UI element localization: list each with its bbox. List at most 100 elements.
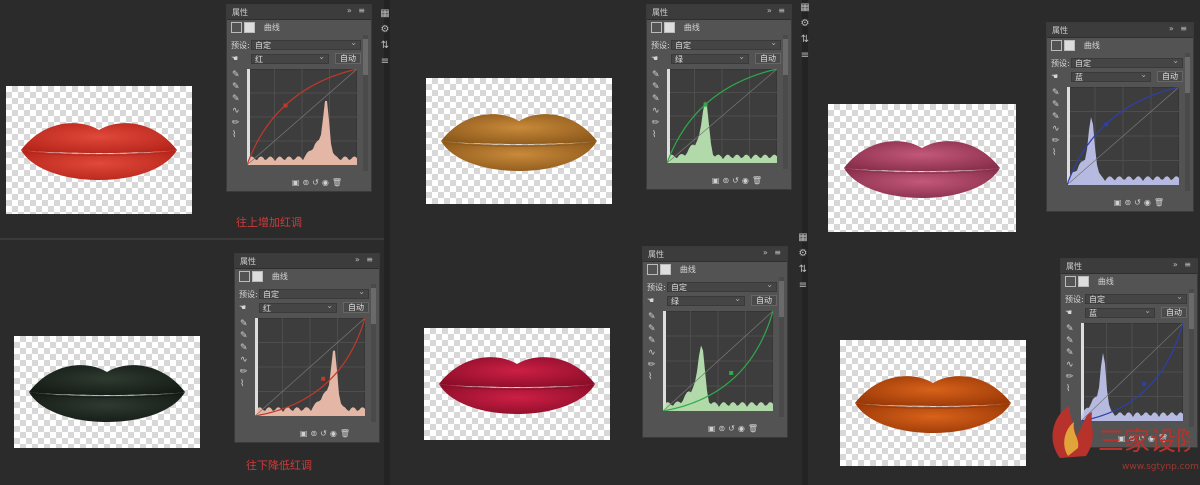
smooth-icon[interactable]: ⌇: [1052, 147, 1062, 159]
panel-scrollbar[interactable]: [779, 277, 784, 417]
smooth-icon[interactable]: ⌇: [240, 378, 250, 390]
panel-scrollbar[interactable]: [371, 284, 376, 422]
channel-row: ☚: [1065, 308, 1072, 320]
channel-select[interactable]: 蓝: [1085, 306, 1155, 318]
auto-button[interactable]: 自动: [1157, 71, 1183, 82]
auto-button[interactable]: 自动: [755, 53, 781, 64]
side-toolbar[interactable]: ▦ ⚙ ⇅ ≡: [378, 8, 392, 72]
pencil-icon[interactable]: ✏: [1052, 135, 1062, 147]
preset-select[interactable]: 自定: [667, 280, 777, 292]
eyedropper-gray-icon[interactable]: ✎: [1066, 335, 1076, 347]
mask-icon: [1064, 40, 1075, 51]
hand-tool-icon[interactable]: ☚: [1065, 308, 1072, 317]
eyedropper-white-icon[interactable]: ✎: [652, 93, 662, 105]
panel-footer-icons[interactable]: ▣⊚↺◉🗑: [708, 424, 761, 433]
curves-graph[interactable]: [667, 69, 777, 163]
pencil-icon[interactable]: ✏: [1066, 371, 1076, 383]
curves-graph[interactable]: [247, 69, 357, 165]
panel-titlebar[interactable]: 属性 » ≡: [1061, 259, 1197, 274]
auto-button[interactable]: 自动: [751, 295, 777, 306]
caption-decrease-red: 往下降低红调: [246, 459, 312, 472]
panel-scrollbar[interactable]: [363, 35, 368, 171]
preset-select[interactable]: 自定: [1071, 56, 1183, 68]
eyedropper-white-icon[interactable]: ✎: [240, 342, 250, 354]
curve-point-icon[interactable]: ∿: [240, 354, 250, 366]
curves-graph[interactable]: [255, 318, 365, 416]
eyedropper-black-icon[interactable]: ✎: [1052, 87, 1062, 99]
eyedropper-white-icon[interactable]: ✎: [1052, 111, 1062, 123]
eyedropper-gray-icon[interactable]: ✎: [232, 81, 242, 93]
side-toolbar[interactable]: ▦ ⚙ ⇅ ≡: [796, 232, 810, 296]
hand-tool-icon[interactable]: ☚: [1051, 72, 1058, 81]
panel-footer-icons[interactable]: ▣⊚↺◉🗑: [300, 429, 353, 438]
panel-footer-icons[interactable]: ▣⊚↺◉🗑: [712, 176, 765, 185]
panel-menu-icon[interactable]: » ≡: [355, 255, 375, 264]
eyedropper-gray-icon[interactable]: ✎: [1052, 99, 1062, 111]
panel-titlebar[interactable]: 属性 » ≡: [1047, 23, 1193, 38]
auto-button[interactable]: 自动: [335, 53, 361, 64]
panel-footer-icons[interactable]: ▣⊚↺◉🗑: [292, 178, 345, 187]
hand-tool-icon[interactable]: ☚: [231, 54, 238, 63]
smooth-icon[interactable]: ⌇: [648, 371, 658, 383]
curve-point-icon[interactable]: ∿: [232, 105, 242, 117]
curves-panel-red-up: 属性 » ≡ 曲线 预设: 自定 ☚ 红 自动 ✎ ✎ ✎ ∿ ✏ ⌇ ▣⊚↺◉…: [226, 4, 372, 192]
eyedropper-black-icon[interactable]: ✎: [648, 311, 658, 323]
eyedropper-gray-icon[interactable]: ✎: [240, 330, 250, 342]
channel-select[interactable]: 红: [251, 52, 329, 64]
preset-label: 预设:: [231, 41, 250, 50]
pencil-icon[interactable]: ✏: [652, 117, 662, 129]
panel-titlebar[interactable]: 属性 » ≡: [235, 254, 379, 269]
auto-button[interactable]: 自动: [1161, 307, 1187, 318]
adjustment-name: 曲线: [1097, 277, 1114, 286]
panel-footer-icons[interactable]: ▣⊚↺◉🗑: [1114, 198, 1167, 207]
panel-menu-icon[interactable]: » ≡: [763, 248, 783, 257]
panel-scrollbar[interactable]: [1185, 53, 1190, 191]
channel-select[interactable]: 红: [259, 301, 337, 313]
curve-point-icon[interactable]: ∿: [1052, 123, 1062, 135]
channel-select[interactable]: 蓝: [1071, 70, 1151, 82]
panel-titlebar[interactable]: 属性 » ≡: [643, 247, 787, 262]
curve-tools: ✎ ✎ ✎ ∿ ✏ ⌇: [1052, 87, 1062, 159]
pencil-icon[interactable]: ✏: [232, 117, 242, 129]
curve-point-icon[interactable]: ∿: [648, 347, 658, 359]
side-toolbar[interactable]: ▦ ⚙ ⇅ ≡: [798, 2, 812, 66]
curve-point-icon[interactable]: ∿: [1066, 359, 1076, 371]
smooth-icon[interactable]: ⌇: [652, 129, 662, 141]
panel-menu-icon[interactable]: » ≡: [767, 6, 787, 15]
eyedropper-white-icon[interactable]: ✎: [648, 335, 658, 347]
eyedropper-black-icon[interactable]: ✎: [232, 69, 242, 81]
panel-titlebar[interactable]: 属性 » ≡: [647, 5, 791, 20]
preset-select[interactable]: 自定: [259, 287, 369, 299]
smooth-icon[interactable]: ⌇: [232, 129, 242, 141]
preset-select[interactable]: 自定: [251, 38, 361, 50]
auto-button[interactable]: 自动: [343, 302, 369, 313]
pencil-icon[interactable]: ✏: [648, 359, 658, 371]
preset-row: 预设:: [231, 40, 250, 52]
preset-select[interactable]: 自定: [671, 38, 781, 50]
smooth-icon[interactable]: ⌇: [1066, 383, 1076, 395]
curves-graph[interactable]: [1067, 87, 1179, 185]
hand-tool-icon[interactable]: ☚: [651, 54, 658, 63]
panel-scrollbar[interactable]: [783, 35, 788, 169]
hand-tool-icon[interactable]: ☚: [647, 296, 654, 305]
eyedropper-black-icon[interactable]: ✎: [240, 318, 250, 330]
eyedropper-black-icon[interactable]: ✎: [652, 69, 662, 81]
channel-select[interactable]: 绿: [667, 294, 745, 306]
panel-menu-icon[interactable]: » ≡: [347, 6, 367, 15]
pencil-icon[interactable]: ✏: [240, 366, 250, 378]
curves-graph[interactable]: [663, 311, 773, 411]
eyedropper-gray-icon[interactable]: ✎: [648, 323, 658, 335]
lip-swatch-blue-up: [828, 104, 1016, 232]
eyedropper-white-icon[interactable]: ✎: [1066, 347, 1076, 359]
eyedropper-black-icon[interactable]: ✎: [1066, 323, 1076, 335]
panel-menu-icon[interactable]: » ≡: [1169, 24, 1189, 33]
preset-select[interactable]: 自定: [1085, 292, 1187, 304]
panel-menu-icon[interactable]: » ≡: [1173, 260, 1193, 269]
curve-point-icon[interactable]: ∿: [652, 105, 662, 117]
channel-select[interactable]: 绿: [671, 52, 749, 64]
eyedropper-gray-icon[interactable]: ✎: [652, 81, 662, 93]
hand-tool-icon[interactable]: ☚: [239, 303, 246, 312]
panel-titlebar[interactable]: 属性 » ≡: [227, 5, 371, 20]
channel-row: ☚: [231, 54, 238, 66]
eyedropper-white-icon[interactable]: ✎: [232, 93, 242, 105]
